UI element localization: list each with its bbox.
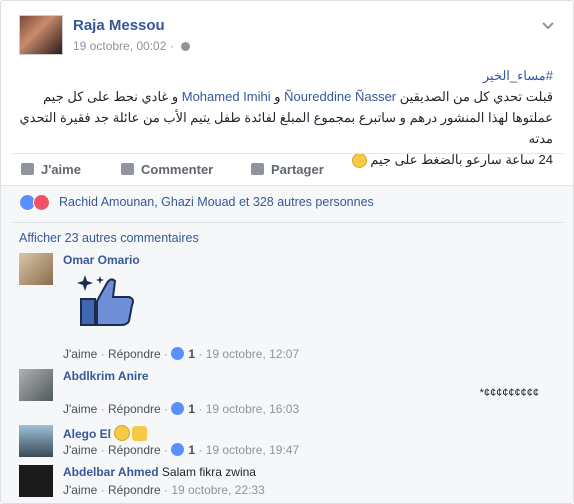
share-label: Partager	[271, 162, 324, 177]
post-meta: 19 octobre, 00:02 ·	[73, 39, 191, 53]
separator: ·	[160, 483, 172, 497]
separator: ·	[160, 402, 172, 416]
separator: ·	[97, 483, 108, 497]
commenter-name[interactable]: Omar Omario	[63, 253, 140, 267]
post-line-1-pre: قبلت تحدي كل من الصديقين	[396, 89, 553, 104]
thumbs-up-sticker-icon	[77, 275, 134, 326]
comment-label: Commenter	[141, 162, 214, 177]
comment-item: Abdlkrim Anire *¢¢¢¢¢¢¢¢¢ J'aime · Répon…	[19, 369, 559, 419]
comment-item: Alego El J'aime · Répondre · 1 · 19 octo…	[19, 425, 559, 461]
post-timestamp[interactable]: 19 octobre, 00:02 ·	[73, 39, 177, 53]
comment-item: Omar Omario J'aime · Répondre · 1 · 19 o…	[19, 253, 559, 361]
like-label: J'aime	[41, 162, 81, 177]
post-actions-bar: J'aime Commenter Partager	[13, 153, 563, 183]
reactions-text[interactable]: Rachid Amounan, Ghazi Mouad et 328 autre…	[59, 195, 374, 209]
comment-button[interactable]: Commenter	[121, 162, 213, 177]
mention-link-1[interactable]: Ñoureddine Ñasser	[284, 89, 396, 104]
comment-like-link[interactable]: J'aime	[63, 347, 97, 361]
comment-footer: J'aime · Répondre · 19 octobre, 22:33	[63, 483, 265, 497]
separator: ·	[160, 443, 172, 457]
comment-side-text: *¢¢¢¢¢¢¢¢¢	[479, 387, 539, 399]
love-reaction-icon	[33, 194, 50, 211]
separator: ·	[195, 443, 206, 457]
comment-reply-link[interactable]: Répondre	[108, 443, 161, 457]
comment-icon	[121, 163, 134, 175]
divider	[13, 222, 563, 223]
comment-reply-link[interactable]: Répondre	[108, 402, 161, 416]
comment-like-link[interactable]: J'aime	[63, 402, 97, 416]
like-count-icon	[171, 347, 185, 360]
comment-reply-link[interactable]: Répondre	[108, 347, 161, 361]
like-button[interactable]: J'aime	[21, 162, 81, 177]
comment-item: Abdelbar Ahmed Salam fikra zwina J'aime …	[19, 465, 559, 499]
chevron-down-icon[interactable]	[541, 19, 555, 33]
thumbs-up-icon	[21, 163, 34, 175]
separator: ·	[195, 347, 206, 361]
thumbs-up-emoji-icon	[132, 426, 148, 441]
comment-timestamp[interactable]: 19 octobre, 12:07	[206, 347, 299, 361]
post-line-2: عملتوها لهذا المنشور درهم و ساتبرع بمجمو…	[19, 110, 553, 146]
commenter-name: Alego El	[63, 425, 148, 441]
separator: ·	[97, 402, 108, 416]
comment-footer: J'aime · Répondre · 1 · 19 octobre, 12:0…	[63, 347, 299, 361]
commenter-name[interactable]: Abdlkrim Anire	[63, 369, 149, 383]
commenter-avatar[interactable]	[19, 253, 53, 285]
author-name[interactable]: Raja Messou	[73, 17, 165, 34]
commenter-name-text[interactable]: Abdelbar Ahmed	[63, 465, 159, 479]
like-count-icon	[171, 443, 185, 456]
like-count-icon	[171, 402, 185, 415]
separator: ·	[97, 347, 108, 361]
post-header: Raja Messou 19 octobre, 00:02 ·	[19, 15, 559, 59]
commenter-name-text[interactable]: Alego El	[63, 427, 111, 441]
post-card: Raja Messou 19 octobre, 00:02 · #مساء_ال…	[0, 0, 574, 504]
comment-timestamp[interactable]: 19 octobre, 19:47	[206, 443, 299, 457]
hashtag-link[interactable]: #مساء_الخير	[13, 65, 553, 86]
commenter-avatar[interactable]	[19, 369, 53, 401]
globe-icon	[181, 42, 191, 52]
comment-timestamp[interactable]: 19 octobre, 16:03	[206, 402, 299, 416]
commenter-avatar[interactable]	[19, 465, 53, 497]
commenter-avatar[interactable]	[19, 425, 53, 457]
separator: ·	[160, 347, 172, 361]
author-avatar[interactable]	[19, 15, 63, 55]
separator: ·	[97, 443, 108, 457]
smile-emoji-icon	[114, 425, 131, 441]
post-line-1-post: و غادي نحط على كل جيم	[43, 89, 182, 104]
comment-timestamp[interactable]: 19 octobre, 22:33	[171, 483, 264, 497]
separator: ·	[195, 402, 206, 416]
comment-footer: J'aime · Répondre · 1 · 19 octobre, 16:0…	[63, 402, 299, 416]
comment-reply-link[interactable]: Répondre	[108, 483, 161, 497]
comment-footer: J'aime · Répondre · 1 · 19 octobre, 19:4…	[63, 443, 299, 457]
comment-text: Salam fikra zwina	[161, 465, 256, 479]
show-more-comments-link[interactable]: Afficher 23 autres commentaires	[19, 231, 199, 245]
comment-like-link[interactable]: J'aime	[63, 443, 97, 457]
share-arrow-icon	[251, 163, 264, 175]
commenter-name: Abdelbar Ahmed Salam fikra zwina	[63, 465, 256, 479]
post-line-1-mid: و	[270, 89, 285, 104]
comment-like-link[interactable]: J'aime	[63, 483, 97, 497]
share-button[interactable]: Partager	[251, 162, 324, 177]
mention-link-2[interactable]: Mohamed Imihi	[182, 89, 271, 104]
post-line-1: قبلت تحدي كل من الصديقين Ñoureddine Ñass…	[13, 86, 553, 107]
